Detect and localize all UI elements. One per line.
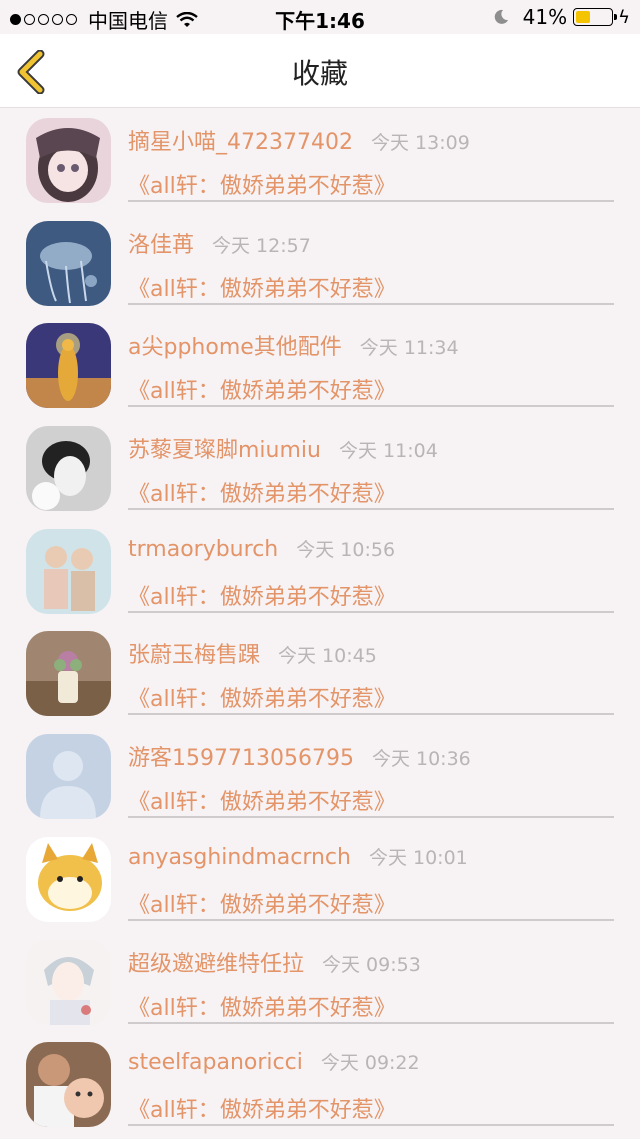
avatar[interactable] bbox=[26, 528, 111, 614]
book-title[interactable]: 《all轩：傲娇弟弟不好惹》 bbox=[128, 784, 396, 816]
list-item[interactable]: trmaoryburch 今天 10:56 《all轩：傲娇弟弟不好惹》 bbox=[0, 519, 640, 622]
avatar[interactable] bbox=[26, 118, 111, 203]
favorites-list: 摘星小喵_472377402 今天 13:09 《all轩：傲娇弟弟不好惹》 洛佳苒今… bbox=[0, 108, 640, 1135]
avatar[interactable] bbox=[26, 939, 111, 1025]
username[interactable]: 张蔚玉梅售踝 bbox=[128, 637, 260, 669]
avatar[interactable] bbox=[26, 1042, 111, 1128]
username[interactable]: trmaoryburch bbox=[128, 537, 278, 562]
book-title[interactable]: 《all轩：傲娇弟弟不好惹》 bbox=[128, 373, 396, 405]
timestamp: 今天 10:01 bbox=[368, 846, 468, 869]
divider bbox=[128, 1124, 614, 1127]
timestamp: 今天 13:09 bbox=[370, 132, 470, 154]
list-item[interactable]: 苏藜夏璨脚miumiu 今天 11:04 《all轩：傲娇弟弟不好惹》 bbox=[0, 416, 640, 519]
avatar[interactable] bbox=[26, 220, 111, 306]
divider bbox=[128, 508, 614, 511]
avatar[interactable] bbox=[26, 836, 111, 922]
username[interactable]: 摘星小喵_472377402 bbox=[128, 124, 353, 156]
timestamp: 今天 10:45 bbox=[278, 645, 377, 668]
book-title[interactable]: 《all轩：傲娇弟弟不好惹》 bbox=[128, 476, 396, 508]
avatar[interactable] bbox=[26, 323, 111, 409]
book-title[interactable]: 《all轩：傲娇弟弟不好惹》 bbox=[128, 990, 396, 1022]
list-item[interactable]: 洛佳苒 今天 12:57 《all轩：傲娇弟弟不好惹》 bbox=[0, 211, 640, 314]
list-item[interactable]: steelfapanoricci 今天 09:22 《all轩：傲娇弟弟不好惹》 bbox=[0, 1032, 640, 1135]
book-title[interactable]: 《all轩：傲娇弟弟不好惹》 bbox=[128, 681, 396, 713]
username[interactable]: 苏藜夏璨脚miumiu bbox=[128, 432, 321, 464]
divider bbox=[128, 200, 614, 202]
divider bbox=[128, 610, 614, 613]
divider bbox=[128, 918, 614, 921]
book-title[interactable]: 《all轩：傲娇弟弟不好惹》 bbox=[128, 271, 396, 303]
username[interactable]: steelfapanoricci bbox=[128, 1050, 303, 1075]
status-bar: 中国电信 下午1:46 41% ϟ bbox=[0, 0, 640, 34]
list-item[interactable]: 超级邀避维特任拉 今天 09:53 《all轩：傲娇弟弟不好惹》 bbox=[0, 930, 640, 1033]
username[interactable]: a尖pphome其他配件 bbox=[128, 329, 342, 361]
timestamp: 今天 11:04 bbox=[338, 440, 438, 463]
list-item[interactable]: 游客1597713056795 今天 10:36 《all轩：傲娇弟弟不好惹》 bbox=[0, 724, 640, 827]
timestamp: 今天 09:53 bbox=[322, 953, 421, 976]
divider bbox=[128, 302, 614, 305]
divider bbox=[128, 713, 614, 716]
username[interactable]: 游客1597713056795 bbox=[128, 740, 354, 772]
charging-bolt-icon: ϟ bbox=[618, 6, 630, 28]
book-title[interactable]: 《all轩：傲娇弟弟不好惹》 bbox=[128, 168, 396, 200]
list-item[interactable]: 摘星小喵_472377402 今天 13:09 《all轩：傲娇弟弟不好惹》 bbox=[0, 108, 640, 211]
timestamp: 今天 09:22 bbox=[320, 1052, 420, 1075]
username[interactable]: 超级邀避维特任拉 bbox=[128, 946, 304, 978]
page-title: 收藏 bbox=[291, 57, 348, 90]
avatar[interactable] bbox=[26, 734, 111, 820]
timestamp: 今天 11:34 bbox=[359, 337, 459, 360]
divider bbox=[128, 816, 614, 819]
divider bbox=[128, 405, 614, 408]
book-title[interactable]: 《all轩：傲娇弟弟不好惹》 bbox=[128, 1092, 396, 1124]
list-item[interactable]: 张蔚玉梅售踝 今天 10:45 《all轩：傲娇弟弟不好惹》 bbox=[0, 621, 640, 724]
nav-bar: 收藏 bbox=[0, 34, 640, 108]
moon-icon bbox=[494, 9, 508, 24]
avatar[interactable] bbox=[26, 631, 111, 717]
timestamp: 今天 12:57 bbox=[212, 234, 311, 257]
book-title[interactable]: 《all轩：傲娇弟弟不好惹》 bbox=[128, 579, 396, 611]
avatar[interactable] bbox=[26, 426, 111, 512]
battery-icon bbox=[573, 8, 618, 26]
battery-percent: 41% bbox=[522, 5, 568, 29]
list-item[interactable]: anyasghindmacrnch 今天 10:01 《all轩：傲娇弟弟不好惹》 bbox=[0, 827, 640, 930]
username[interactable]: 洛佳苒 bbox=[128, 227, 194, 259]
timestamp: 今天 10:56 bbox=[296, 538, 396, 561]
username[interactable]: anyasghindmacrnch bbox=[128, 845, 351, 870]
timestamp: 今天 10:36 bbox=[371, 748, 471, 771]
divider bbox=[128, 1021, 614, 1024]
list-item[interactable]: a尖pphome其他配件 今天 11:34 《all轩：傲娇弟弟不好惹》 bbox=[0, 313, 640, 416]
book-title[interactable]: 《all轩：傲娇弟弟不好惹》 bbox=[128, 887, 396, 919]
